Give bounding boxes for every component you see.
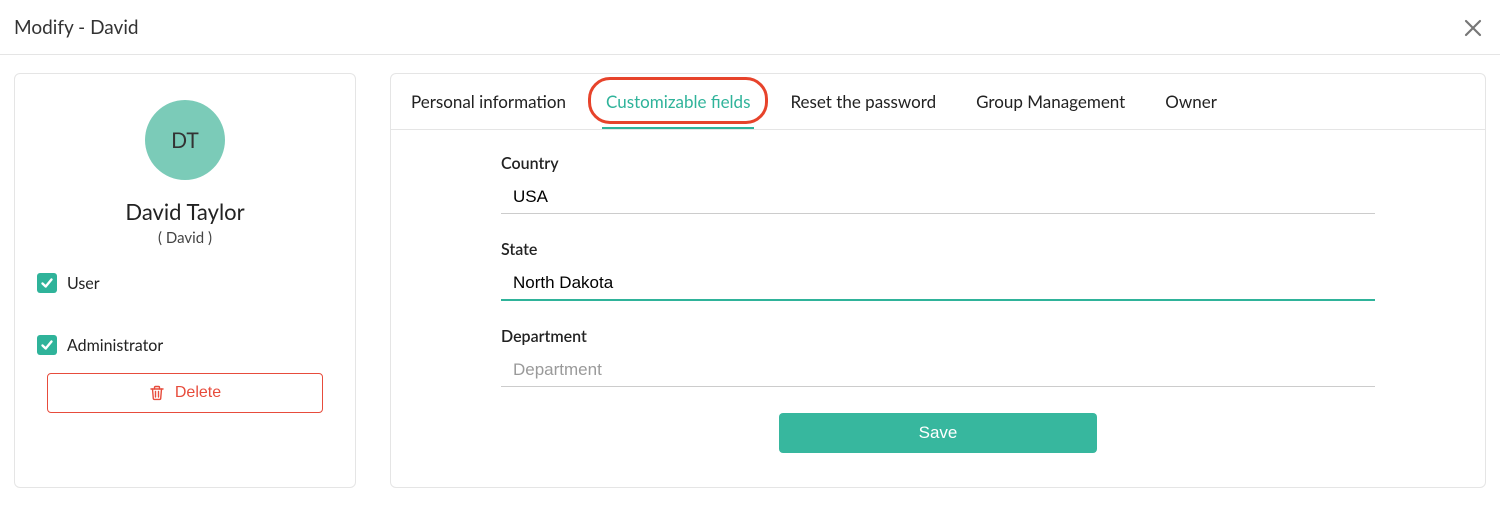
user-handle: ( David ) [37, 229, 333, 247]
main-panel: Personal information Customizable fields… [390, 73, 1486, 488]
field-state: State [501, 240, 1375, 301]
role-user-row[interactable]: User [37, 273, 333, 293]
country-input[interactable] [501, 181, 1375, 214]
profile-card: DT David Taylor ( David ) User Administr… [14, 73, 356, 488]
tab-customizable-fields[interactable]: Customizable fields [606, 75, 750, 128]
state-input[interactable] [501, 267, 1375, 301]
check-icon [40, 338, 54, 352]
avatar: DT [145, 100, 225, 180]
tabs-bar: Personal information Customizable fields… [391, 74, 1485, 130]
close-button[interactable] [1464, 14, 1482, 40]
form-area: Country State Department Save [391, 130, 1485, 487]
department-input[interactable] [501, 354, 1375, 387]
delete-label: Delete [175, 384, 221, 402]
delete-button[interactable]: Delete [47, 373, 323, 413]
tab-owner[interactable]: Owner [1165, 75, 1217, 128]
tab-personal-info[interactable]: Personal information [411, 75, 566, 128]
tab-group-management[interactable]: Group Management [976, 75, 1125, 128]
field-country: Country [501, 154, 1375, 214]
department-label: Department [501, 327, 1375, 346]
tab-reset-password[interactable]: Reset the password [790, 75, 936, 128]
role-admin-checkbox[interactable] [37, 335, 57, 355]
check-icon [40, 276, 54, 290]
modal-header: Modify - David [0, 0, 1500, 55]
state-label: State [501, 240, 1375, 259]
close-icon [1464, 19, 1482, 37]
trash-icon [149, 385, 165, 401]
field-department: Department [501, 327, 1375, 387]
content-wrap: DT David Taylor ( David ) User Administr… [0, 55, 1500, 506]
role-admin-row[interactable]: Administrator [37, 335, 333, 355]
avatar-block: DT David Taylor ( David ) [37, 100, 333, 247]
country-label: Country [501, 154, 1375, 173]
role-user-checkbox[interactable] [37, 273, 57, 293]
role-admin-label: Administrator [67, 336, 163, 355]
modal-title: Modify - David [14, 16, 139, 39]
save-button[interactable]: Save [779, 413, 1097, 453]
user-full-name: David Taylor [37, 198, 333, 225]
role-user-label: User [67, 274, 100, 293]
